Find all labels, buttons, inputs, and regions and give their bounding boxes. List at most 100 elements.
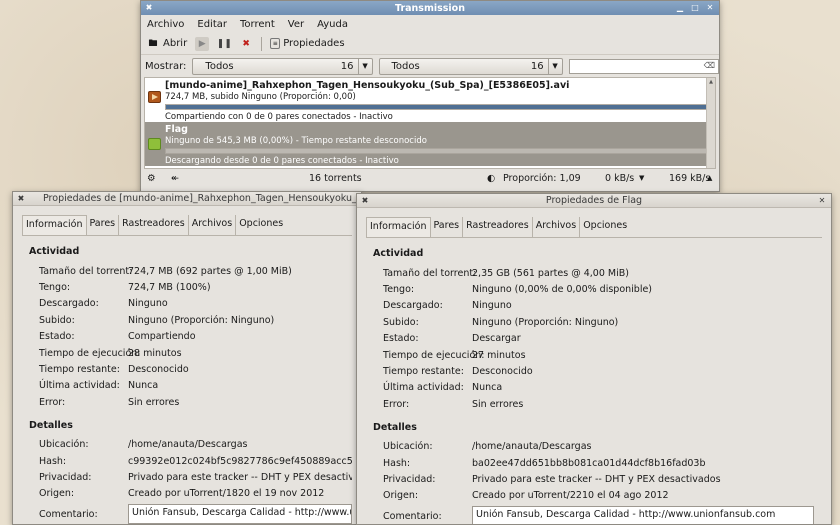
comment-field[interactable]: Unión Fansub, Descarga Calidad - http://…: [128, 504, 352, 524]
info-panel: Actividad Tamaño del torrent: 2,35 GB (56…: [366, 237, 822, 524]
info-row: Tiempo de ejecución: 28 minutos: [22, 345, 352, 361]
title-bar[interactable]: ✖ Transmission ▁ □ ✕: [141, 1, 719, 15]
info-label: Tamaño del torrent:: [39, 265, 133, 277]
info-value: /home/anauta/Descargas: [128, 439, 248, 451]
info-value: /home/anauta/Descargas: [472, 441, 592, 453]
info-value: Creado por uTorrent/1820 el 19 nov 2012: [128, 488, 325, 500]
info-value: 724,7 MB (100%): [128, 282, 211, 294]
transmission-window: ✖ Transmission ▁ □ ✕ Archivo Editar Torr…: [140, 0, 720, 192]
info-value: 28 minutos: [128, 347, 182, 359]
info-value: Ninguno: [128, 298, 168, 310]
video-file-icon: [148, 91, 161, 103]
tab-rastreadores[interactable]: Rastreadores: [119, 215, 189, 235]
info-value: Sin errores: [128, 396, 180, 408]
window-menu-icon[interactable]: ✖: [360, 196, 370, 206]
info-label: Privacidad:: [39, 471, 92, 483]
close-icon[interactable]: ✕: [817, 196, 827, 206]
activity-heading: Actividad: [373, 248, 424, 259]
info-value: Desconocido: [128, 364, 189, 376]
tab-pares[interactable]: Pares: [87, 215, 120, 235]
info-value: 724,7 MB (692 partes @ 1,00 MiB): [128, 265, 292, 277]
maximize-icon[interactable]: □: [690, 3, 700, 13]
list-scrollbar[interactable]: ▲: [706, 78, 715, 168]
turtle-icon[interactable]: ↞: [171, 173, 179, 184]
open-icon: 🖿: [148, 38, 158, 49]
pause-button[interactable]: ❚❚: [217, 37, 232, 51]
menu-ayuda[interactable]: Ayuda: [317, 19, 348, 30]
info-label: Tamaño del torrent:: [383, 267, 477, 279]
window-menu-icon[interactable]: ✖: [144, 3, 154, 13]
info-label: Error:: [383, 398, 410, 410]
clear-search-icon[interactable]: ⌫: [704, 61, 715, 70]
category-filter-count: 16: [340, 60, 354, 72]
info-label: Tiempo restante:: [383, 366, 464, 378]
torrent-status: Descargando desde 0 de 0 pares conectado…: [165, 156, 399, 166]
torrent-progress-text: Ninguno de 545,3 MB (0,00%) - Tiempo res…: [165, 136, 427, 146]
info-row: Comentario: Unión Fansub, Descarga Calida…: [22, 502, 352, 524]
info-row: Descargado: Ninguno: [22, 296, 352, 312]
properties-icon: ≡: [270, 38, 281, 49]
ratio-icon[interactable]: ◐: [487, 173, 495, 184]
menu-editar[interactable]: Editar: [197, 19, 227, 30]
info-row: Error: Sin errores: [366, 396, 822, 412]
scroll-up-icon[interactable]: ▲: [707, 78, 715, 87]
tab-archivos[interactable]: Archivos: [533, 217, 581, 237]
tracker-filter-combo[interactable]: Todos 16 ▼: [378, 57, 563, 75]
tab-archivos[interactable]: Archivos: [189, 215, 237, 235]
open-button[interactable]: 🖿 Abrir: [146, 37, 187, 51]
info-row: Ubicación: /home/anauta/Descargas: [22, 437, 352, 453]
category-filter-combo[interactable]: Todos 16 ▼: [192, 57, 373, 75]
info-value: 2,35 GB (561 partes @ 4,00 MiB): [472, 267, 629, 279]
info-label: Última actividad:: [39, 380, 120, 392]
tab-informacion[interactable]: Información: [366, 217, 431, 237]
window-menu-icon[interactable]: ✖: [16, 194, 26, 204]
info-label: Subido:: [383, 316, 419, 328]
gear-icon[interactable]: ⚙: [147, 173, 156, 184]
remove-button[interactable]: ✖: [239, 37, 253, 51]
details-heading: Detalles: [373, 421, 417, 433]
filter-bar: Mostrar: Todos 16 ▼ Todos 16 ▼ ⌫: [141, 55, 719, 77]
torrent-row[interactable]: Flag Ninguno de 545,3 MB (0,00%) - Tiemp…: [145, 122, 715, 166]
info-label: Subido:: [39, 314, 75, 326]
tab-opciones[interactable]: Opciones: [580, 217, 630, 237]
info-label: Descargado:: [39, 298, 99, 310]
close-icon[interactable]: ✕: [705, 3, 715, 13]
start-button[interactable]: ▶: [195, 36, 210, 51]
info-label: Última actividad:: [383, 382, 464, 394]
upload-arrow-icon: ▲: [707, 174, 713, 182]
info-label: Hash:: [383, 457, 411, 469]
tracker-filter-count: 16: [530, 60, 544, 72]
toolbar-separator: [261, 36, 263, 51]
properties-button[interactable]: ≡ Propiedades: [270, 38, 345, 49]
title-bar[interactable]: ✖ Propiedades de [mundo-anime]_Rahxephon…: [13, 192, 361, 206]
tab-pares[interactable]: Pares: [431, 217, 464, 237]
info-label: Estado:: [39, 331, 75, 343]
torrent-name: [mundo-anime]_Rahxephon_Tagen_Hensoukyok…: [165, 80, 570, 91]
download-speed: 0 kB/s: [605, 172, 635, 184]
comment-label: Comentario:: [39, 508, 98, 520]
menu-archivo[interactable]: Archivo: [147, 19, 184, 30]
tab-informacion[interactable]: Información: [22, 215, 87, 235]
info-label: Tengo:: [383, 284, 415, 296]
menu-torrent[interactable]: Torrent: [240, 19, 275, 30]
info-value: Descargar: [472, 333, 521, 345]
tab-rastreadores[interactable]: Rastreadores: [463, 217, 533, 237]
menu-ver[interactable]: Ver: [288, 19, 304, 30]
info-value: Ninguno: [472, 300, 512, 312]
info-row: Tiempo restante: Desconocido: [22, 361, 352, 377]
search-input[interactable]: ⌫: [568, 58, 719, 74]
info-row: Estado: Descargar: [366, 331, 822, 347]
info-panel: Actividad Tamaño del torrent: 724,7 MB (6…: [22, 235, 352, 524]
info-value: ba02ee47dd651bb8b081ca01d44dcf8b16fad03b: [472, 457, 706, 469]
info-row: Hash: c99392e012c024bf5c9827786c9ef450889…: [22, 453, 352, 469]
tab-opciones[interactable]: Opciones: [236, 215, 286, 235]
torrent-row[interactable]: [mundo-anime]_Rahxephon_Tagen_Hensoukyok…: [145, 78, 715, 122]
info-label: Origen:: [39, 488, 75, 500]
minimize-icon[interactable]: ▁: [675, 3, 685, 13]
category-filter-value: Todos: [205, 60, 234, 72]
title-bar[interactable]: ✖ Propiedades de Flag ✕: [357, 194, 831, 208]
comment-field[interactable]: Unión Fansub, Descarga Calidad - http://…: [472, 506, 814, 524]
info-value: Creado por uTorrent/2210 el 04 ago 2012: [472, 490, 669, 502]
comment-label: Comentario:: [383, 510, 442, 522]
info-row: Error: Sin errores: [22, 394, 352, 410]
